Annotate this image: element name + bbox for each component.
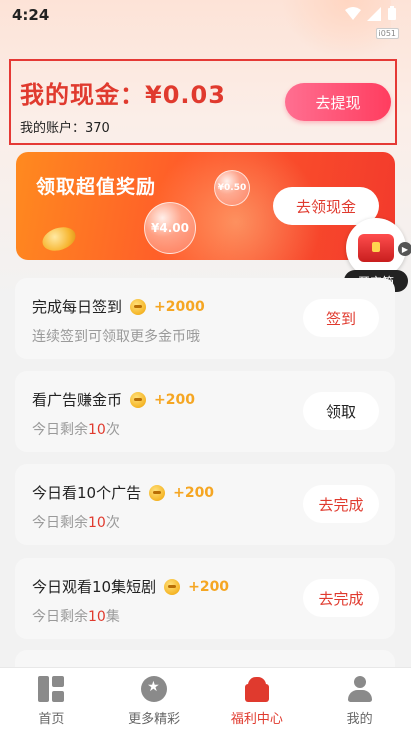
task-reward: +200	[154, 391, 195, 408]
complete-button[interactable]: 去完成	[303, 579, 379, 617]
coin-icon	[130, 391, 147, 408]
profile-icon	[347, 676, 373, 702]
remaining-prefix: 今日剩余	[32, 422, 88, 438]
signin-button[interactable]: 签到	[303, 299, 379, 337]
task-watch-ad: 看广告赚金币 +200 今日剩余10次 领取	[15, 371, 395, 452]
star-badge-icon	[141, 676, 168, 702]
claim-button[interactable]: 领取	[303, 392, 379, 430]
coin-icon	[149, 484, 166, 501]
status-icons	[345, 6, 397, 21]
task-title: 看广告赚金币 +200	[32, 389, 195, 410]
reward-banner[interactable]: 领取超值奖励 ¥0.50 ¥4.00 去领现金	[16, 152, 395, 260]
cash-bubble-big: ¥4.00	[144, 202, 196, 254]
cash-balance: 我的现金：¥0.03	[20, 75, 226, 110]
nav-label: 首页	[38, 712, 65, 727]
remaining-suffix: 集	[105, 609, 120, 625]
remaining-count: 10	[88, 609, 106, 625]
status-badge: i051	[375, 28, 399, 39]
task-title: 今日观看10集短剧 +200	[32, 576, 229, 597]
play-icon: ▶	[398, 242, 411, 256]
withdraw-button[interactable]: 去提现	[285, 83, 391, 121]
cash-balance-label: 我的现金：	[20, 81, 145, 109]
account-value: 370	[85, 121, 110, 136]
complete-button[interactable]: 去完成	[303, 485, 379, 523]
task-title: 完成每日签到 +2000	[32, 296, 205, 317]
nav-profile[interactable]: 我的	[308, 668, 411, 731]
task-name: 完成每日签到	[32, 298, 123, 316]
remaining-prefix: 今日剩余	[32, 609, 88, 625]
task-reward: +200	[188, 578, 230, 595]
cash-balance-amount: ¥0.03	[145, 81, 226, 109]
task-description: 连续签到可领取更多金币哦	[32, 326, 200, 346]
coin-icon	[39, 223, 79, 255]
remaining-suffix: 次	[105, 515, 120, 531]
status-bar: 4:24 i051	[0, 0, 411, 39]
signal-icon	[367, 6, 381, 21]
task-remaining: 今日剩余10集	[32, 606, 120, 626]
nav-label: 更多精彩	[128, 712, 181, 727]
cash-bubble-small: ¥0.50	[214, 170, 250, 206]
cash-card: 我的现金：¥0.03 我的账户：370 去提现	[9, 59, 397, 145]
banner-title: 领取超值奖励	[36, 176, 157, 198]
remaining-count: 10	[88, 515, 106, 531]
gift-icon	[244, 676, 270, 702]
nav-label: 我的	[346, 712, 373, 727]
task-watch-10-ads: 今日看10个广告 +200 今日剩余10次 去完成	[15, 464, 395, 545]
account-label: 我的账户：	[20, 121, 86, 136]
remaining-prefix: 今日剩余	[32, 515, 88, 531]
coin-icon	[130, 298, 147, 315]
wifi-icon	[345, 6, 361, 20]
remaining-suffix: 次	[105, 422, 120, 438]
task-remaining: 今日剩余10次	[32, 419, 120, 439]
nav-welfare-center[interactable]: 福利中心	[206, 668, 309, 731]
account-balance: 我的账户：370	[20, 117, 110, 136]
treasure-chest-icon	[346, 218, 406, 278]
task-reward: +200	[173, 484, 215, 501]
nav-home[interactable]: 首页	[0, 668, 103, 731]
task-daily-signin: 完成每日签到 +2000 连续签到可领取更多金币哦 签到	[15, 278, 395, 359]
chest-shape	[358, 234, 394, 262]
remaining-count: 10	[88, 422, 106, 438]
task-remaining: 今日剩余10次	[32, 512, 120, 532]
nav-more[interactable]: 更多精彩	[103, 668, 206, 731]
coin-icon	[164, 578, 181, 595]
task-name: 今日观看10集短剧	[32, 578, 157, 596]
task-description-text: 连续签到可领取更多金币哦	[32, 329, 200, 345]
task-name: 看广告赚金币	[32, 391, 123, 409]
home-icon	[38, 676, 65, 702]
nav-label: 福利中心	[230, 712, 283, 727]
bottom-navigation: 首页 更多精彩 福利中心 我的	[0, 667, 411, 731]
task-watch-short-drama: 今日观看10集短剧 +200 今日剩余10集 去完成	[15, 558, 395, 639]
task-name: 今日看10个广告	[32, 484, 142, 502]
battery-icon	[388, 6, 396, 20]
task-reward: +2000	[154, 298, 205, 315]
status-time: 4:24	[12, 6, 50, 24]
task-title: 今日看10个广告 +200	[32, 482, 214, 503]
